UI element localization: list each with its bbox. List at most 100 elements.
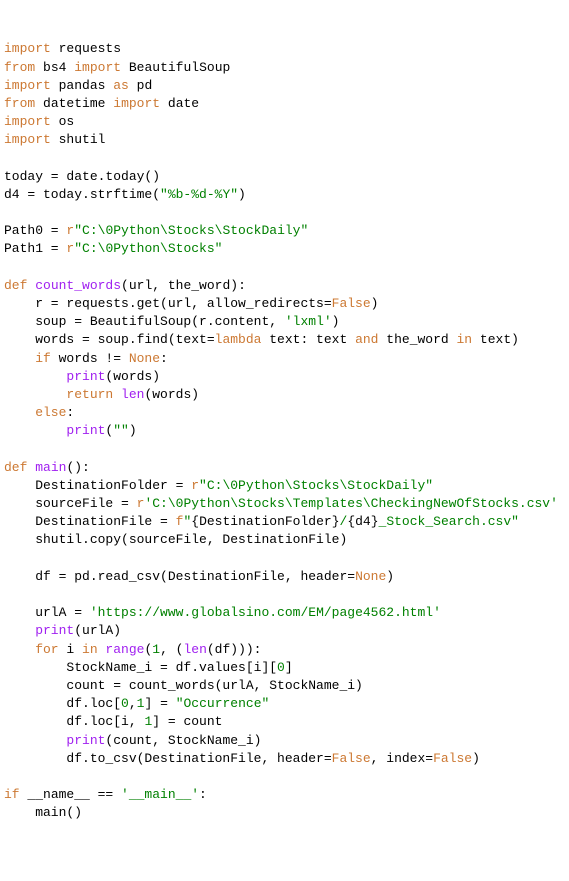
- string-literal: 'C:\0Python\Stocks\Templates\CheckingNew…: [144, 496, 557, 511]
- literal-none: None: [355, 569, 386, 584]
- code-text: DestinationFile =: [4, 514, 176, 529]
- code-line: shutil.copy(sourceFile, DestinationFile): [4, 532, 347, 547]
- code-text: ): [238, 187, 246, 202]
- function-name: count_words: [35, 278, 121, 293]
- code-text: Path1 =: [4, 241, 66, 256]
- keyword-import: import: [4, 132, 51, 147]
- code-text: ): [472, 751, 480, 766]
- code-text: the_word: [378, 332, 456, 347]
- function-name: main: [35, 460, 66, 475]
- module-name: pandas: [59, 78, 106, 93]
- string-literal: "C:\0Python\Stocks\StockDaily": [199, 478, 433, 493]
- builtin-print: print: [4, 423, 105, 438]
- code-text: (count, StockName_i): [105, 733, 261, 748]
- number-literal: 1: [137, 696, 145, 711]
- code-text: __name__ ==: [20, 787, 121, 802]
- keyword-def: def: [4, 460, 27, 475]
- code-line: main(): [4, 805, 82, 820]
- module-name: os: [59, 114, 75, 129]
- keyword-return: return: [4, 387, 113, 402]
- number-literal: 1: [152, 642, 160, 657]
- params: (url, the_word):: [121, 278, 246, 293]
- code-text: , index=: [371, 751, 433, 766]
- string-literal: '__main__': [121, 787, 199, 802]
- code-line: today = date.today(): [4, 169, 160, 184]
- keyword-import: import: [4, 78, 51, 93]
- code-text: ] =: [144, 696, 175, 711]
- module-name: bs4: [43, 60, 66, 75]
- number-literal: 1: [144, 714, 152, 729]
- keyword-lambda: lambda: [215, 332, 262, 347]
- code-text: :: [66, 405, 74, 420]
- code-text: text: text: [261, 332, 355, 347]
- keyword-import: import: [4, 41, 51, 56]
- code-text: (df))):: [207, 642, 262, 657]
- keyword-in: in: [457, 332, 473, 347]
- keyword-from: from: [4, 60, 35, 75]
- code-text: (words): [144, 387, 199, 402]
- code-text: ): [386, 569, 394, 584]
- string-literal: 'lxml': [285, 314, 332, 329]
- code-text: i: [59, 642, 82, 657]
- code-text: soup = BeautifulSoup(r.content,: [4, 314, 285, 329]
- code-text: DestinationFolder =: [4, 478, 191, 493]
- string-literal: "C:\0Python\Stocks": [74, 241, 222, 256]
- fstring-expr: {d4}: [347, 514, 378, 529]
- string-literal: "C:\0Python\Stocks\StockDaily": [74, 223, 308, 238]
- keyword-import: import: [4, 114, 51, 129]
- code-line: count = count_words(urlA, StockName_i): [4, 678, 363, 693]
- keyword-as: as: [113, 78, 129, 93]
- code-text: urlA =: [4, 605, 90, 620]
- keyword-def: def: [4, 278, 27, 293]
- code-text: d4 = today.strftime(: [4, 187, 160, 202]
- string-literal: "%b-%d-%Y": [160, 187, 238, 202]
- code-text: df.to_csv(DestinationFile, header=: [4, 751, 332, 766]
- literal-false: False: [332, 751, 371, 766]
- keyword-if: if: [4, 787, 20, 802]
- literal-false: False: [433, 751, 472, 766]
- code-text: words !=: [51, 351, 129, 366]
- number-literal: 0: [277, 660, 285, 675]
- code-text: ): [332, 314, 340, 329]
- keyword-for: for: [4, 642, 59, 657]
- string-literal: "Occurrence": [176, 696, 270, 711]
- keyword-in: in: [82, 642, 98, 657]
- code-text: text): [472, 332, 519, 347]
- string-literal: 'https://www.globalsino.com/EM/page4562.…: [90, 605, 441, 620]
- code-text: , (: [160, 642, 183, 657]
- code-text: sourceFile =: [4, 496, 137, 511]
- string-prefix: r: [191, 478, 199, 493]
- literal-none: None: [129, 351, 160, 366]
- code-text: :: [160, 351, 168, 366]
- alias: pd: [137, 78, 153, 93]
- fstring-expr: {DestinationFolder}: [191, 514, 339, 529]
- keyword-else: else: [4, 405, 66, 420]
- code-text: ): [371, 296, 379, 311]
- code-text: StockName_i = df.values[i][: [4, 660, 277, 675]
- keyword-from: from: [4, 96, 35, 111]
- import-name: BeautifulSoup: [129, 60, 230, 75]
- module-name: shutil: [59, 132, 106, 147]
- module-name: datetime: [43, 96, 105, 111]
- builtin-print: print: [4, 369, 105, 384]
- code-text: ():: [66, 460, 89, 475]
- builtin-print: print: [4, 733, 105, 748]
- builtin-range: range: [98, 642, 145, 657]
- code-text: (urlA): [74, 623, 121, 638]
- code-text: ] = count: [152, 714, 222, 729]
- code-text: ): [129, 423, 137, 438]
- code-text: words = soup.find(text=: [4, 332, 215, 347]
- module-name: requests: [59, 41, 121, 56]
- code-text: :: [199, 787, 207, 802]
- code-text: (words): [105, 369, 160, 384]
- number-literal: 0: [121, 696, 129, 711]
- code-text: df.loc[i,: [4, 714, 144, 729]
- keyword-import: import: [74, 60, 121, 75]
- code-text: df.loc[: [4, 696, 121, 711]
- string-literal: _Stock_Search.csv": [379, 514, 519, 529]
- code-text: df = pd.read_csv(DestinationFile, header…: [4, 569, 355, 584]
- builtin-print: print: [4, 623, 74, 638]
- code-text: Path0 =: [4, 223, 66, 238]
- keyword-and: and: [355, 332, 378, 347]
- import-name: date: [168, 96, 199, 111]
